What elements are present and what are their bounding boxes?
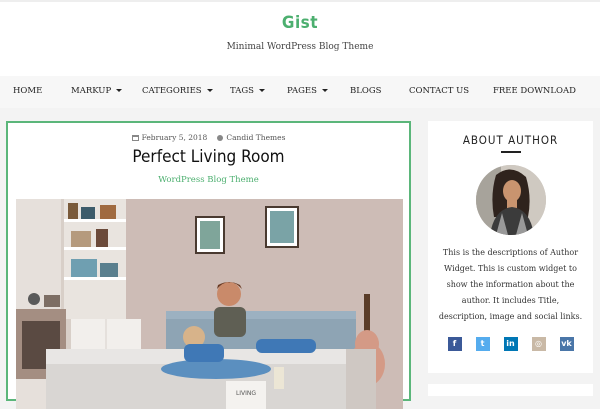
nav-item-label: BLOGS	[350, 86, 382, 96]
site-header: Gist Minimal WordPress Blog Theme	[0, 0, 600, 76]
post-featured-image[interactable]: LIVING	[16, 199, 403, 409]
linkedin-icon[interactable]: in	[503, 337, 518, 351]
caret-down-icon	[321, 89, 328, 92]
nav-item-label: HOME	[13, 86, 43, 96]
main-nav: HOME MARKUP CATEGORIES TAGS PAGES BLOGS …	[0, 76, 600, 108]
post-author[interactable]: Candid Themes	[226, 133, 285, 142]
nav-item-categories[interactable]: CATEGORIES	[142, 86, 213, 96]
facebook-icon[interactable]: f	[447, 337, 462, 351]
post-card: February 5, 2018 Candid Themes Perfect Li…	[6, 121, 411, 409]
instagram-icon[interactable]: ◎	[531, 337, 546, 351]
nav-item-label: CONTACT US	[409, 86, 470, 96]
nav-item-label: PAGES	[287, 86, 317, 96]
post-category[interactable]: WordPress Blog Theme	[8, 175, 409, 185]
nav-item-blogs[interactable]: BLOGS	[350, 86, 381, 96]
nav-item-markup[interactable]: MARKUP	[71, 86, 123, 96]
post-date[interactable]: February 5, 2018	[142, 133, 208, 142]
caret-down-icon	[116, 89, 123, 92]
nav-item-label: CATEGORIES	[142, 86, 202, 96]
vk-icon[interactable]: vk	[559, 337, 574, 351]
nav-item-label: TAGS	[230, 86, 254, 96]
nav-item-label: MARKUP	[71, 86, 112, 96]
site-title[interactable]: Gist	[0, 13, 600, 33]
next-widget	[428, 384, 593, 396]
author-portrait	[476, 165, 546, 235]
nav-item-free-download[interactable]: FREE DOWNLOAD	[493, 86, 576, 96]
about-author-widget: ABOUT AUTHOR This is the descriptions of…	[428, 121, 593, 373]
site-tagline: Minimal WordPress Blog Theme	[226, 42, 374, 52]
twitter-icon[interactable]: t	[475, 337, 490, 351]
caret-down-icon	[206, 89, 213, 92]
nav-item-pages[interactable]: PAGES	[287, 86, 328, 96]
living-room-photo: LIVING	[16, 199, 403, 409]
nav-item-tags[interactable]: TAGS	[230, 86, 265, 96]
author-description: This is the descriptions of Author Widge…	[438, 248, 583, 321]
author-avatar	[476, 165, 546, 235]
calendar-icon	[131, 135, 139, 141]
nav-item-home[interactable]: HOME	[13, 86, 42, 96]
caret-down-icon	[258, 89, 265, 92]
post-meta: February 5, 2018 Candid Themes	[8, 133, 409, 142]
nav-item-label: FREE DOWNLOAD	[493, 86, 576, 96]
post-title[interactable]: Perfect Living Room	[8, 147, 409, 167]
user-icon	[217, 135, 224, 141]
nav-item-contact-us[interactable]: CONTACT US	[409, 86, 469, 96]
title-divider	[501, 151, 521, 153]
social-links: f t in ◎ vk	[428, 337, 593, 351]
widget-title: ABOUT AUTHOR	[462, 133, 559, 147]
